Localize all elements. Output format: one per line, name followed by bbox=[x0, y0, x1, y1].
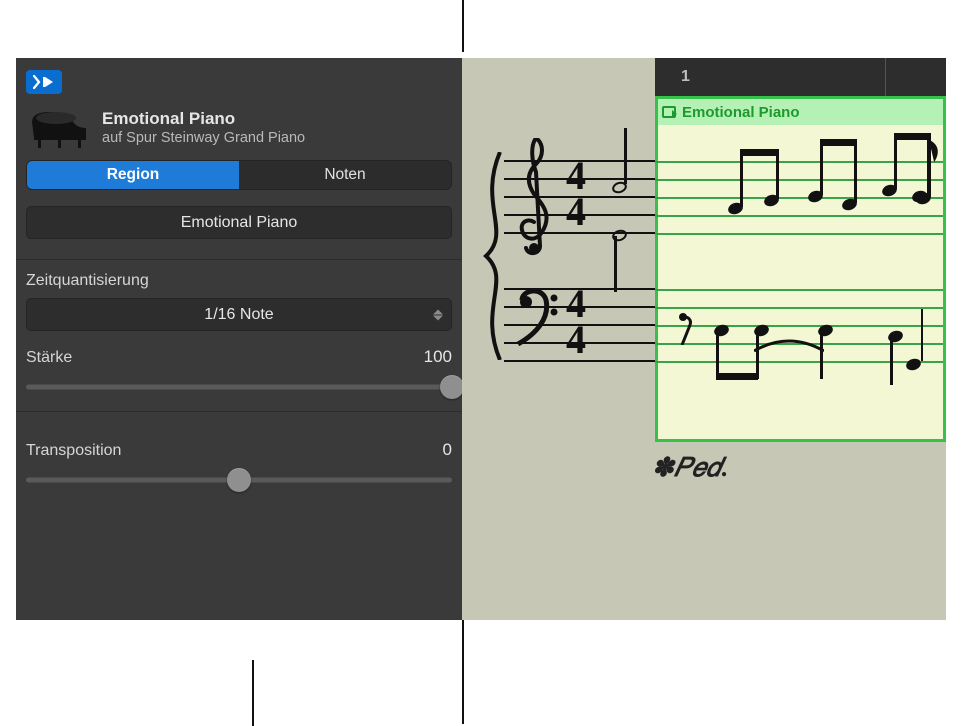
note-beam bbox=[740, 149, 778, 156]
inspector-tab-switcher: Region Noten bbox=[26, 160, 452, 190]
slider-thumb[interactable] bbox=[440, 375, 464, 399]
note-beam bbox=[716, 373, 758, 380]
region-label: Emotional Piano bbox=[682, 104, 800, 121]
quantize-select[interactable]: 1/16 Note bbox=[26, 298, 452, 331]
ruler-divider bbox=[885, 58, 886, 96]
quantize-label: Zeitquantisierung bbox=[26, 272, 452, 290]
transpose-slider[interactable] bbox=[26, 468, 452, 492]
note-beam bbox=[894, 133, 930, 140]
grand-staff-brace bbox=[482, 152, 504, 360]
note-beam bbox=[820, 139, 856, 146]
region-title: Emotional Piano bbox=[102, 109, 305, 129]
region-label-bar: Emotional Piano bbox=[658, 99, 943, 125]
divider bbox=[16, 259, 462, 260]
treble-staff-region bbox=[655, 161, 943, 233]
midi-region[interactable]: Emotional Piano bbox=[655, 96, 946, 442]
editor-frame: Emotional Piano auf Spur Steinway Grand … bbox=[16, 58, 946, 620]
time-sig-treble-den: 4 bbox=[566, 192, 586, 232]
note-stem bbox=[776, 149, 779, 199]
note-stem bbox=[894, 133, 897, 189]
divider bbox=[16, 411, 462, 412]
callout-leader-transpose bbox=[252, 660, 254, 726]
bass-clef-icon bbox=[514, 288, 562, 346]
ruler-marker: 1 bbox=[681, 68, 690, 86]
region-name-field[interactable]: Emotional Piano bbox=[26, 206, 452, 239]
catch-playhead-button[interactable] bbox=[26, 70, 62, 94]
catch-playhead-icon bbox=[33, 75, 55, 89]
note-stem bbox=[921, 309, 924, 361]
note-stem bbox=[820, 139, 823, 195]
note-stem bbox=[740, 149, 743, 207]
note-stem bbox=[716, 331, 719, 379]
strength-label: Stärke bbox=[26, 349, 72, 367]
score-area: 1 4 4 4 4 bbox=[462, 58, 946, 620]
bar-ruler[interactable]: 1 bbox=[655, 58, 946, 96]
note-stem bbox=[854, 139, 857, 203]
treble-clef-icon bbox=[514, 138, 558, 256]
slider-track bbox=[26, 385, 452, 390]
grand-piano-icon bbox=[28, 108, 92, 148]
note-stem bbox=[624, 128, 627, 184]
eighth-rest-icon bbox=[678, 311, 698, 345]
strength-value: 100 bbox=[424, 347, 452, 367]
strength-slider[interactable] bbox=[26, 375, 452, 399]
tie-icon bbox=[754, 337, 824, 355]
time-sig-bass-den: 4 bbox=[566, 320, 586, 360]
region-subtitle: auf Spur Steinway Grand Piano bbox=[102, 129, 305, 147]
tab-region[interactable]: Region bbox=[27, 161, 239, 189]
inspector-panel: Emotional Piano auf Spur Steinway Grand … bbox=[16, 58, 462, 620]
region-header-row: Emotional Piano auf Spur Steinway Grand … bbox=[26, 108, 452, 148]
note-stem bbox=[820, 331, 823, 379]
callout-leader-top bbox=[462, 0, 464, 52]
note-stem bbox=[890, 337, 893, 385]
slider-thumb[interactable] bbox=[227, 468, 251, 492]
pedal-marking: ✽𝑃𝑒𝑑. bbox=[652, 453, 729, 484]
loop-icon bbox=[662, 106, 676, 118]
transpose-label: Transposition bbox=[26, 442, 121, 460]
tab-noten[interactable]: Noten bbox=[239, 161, 451, 189]
note-stem bbox=[614, 236, 617, 292]
transpose-value: 0 bbox=[443, 440, 452, 460]
quantize-value: 1/16 Note bbox=[204, 306, 273, 324]
eighth-flag-icon bbox=[929, 139, 941, 163]
chevrons-icon bbox=[433, 309, 443, 320]
